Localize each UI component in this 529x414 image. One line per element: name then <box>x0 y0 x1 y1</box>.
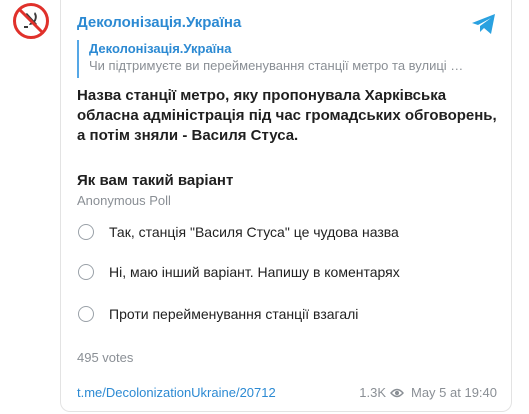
message-card: Деколонізація.Україна Деколонізація.Укра… <box>60 0 512 412</box>
poll-option-label: Проти перейменування станції взагалі <box>109 306 359 322</box>
view-count: 1.3K <box>359 385 386 400</box>
radio-button[interactable] <box>78 306 94 322</box>
poll-option[interactable]: Так, станція "Василя Стуса" це чудова на… <box>77 220 497 244</box>
message-text: Назва станції метро, яку пропонувала Хар… <box>77 87 497 144</box>
post-date[interactable]: May 5 at 19:40 <box>411 385 497 400</box>
telegram-icon[interactable] <box>471 12 497 36</box>
channel-title[interactable]: Деколонізація.Україна <box>77 14 241 31</box>
post-meta: 1.3K May 5 at 19:40 <box>359 385 497 400</box>
reply-text: Чи підтримуєте ви перейменування станції… <box>89 58 464 73</box>
radio-button[interactable] <box>78 264 94 280</box>
poll-question: Як вам такий варіант <box>77 172 234 189</box>
vote-count: 495 votes <box>77 350 134 365</box>
radio-button[interactable] <box>78 224 94 240</box>
channel-avatar[interactable] <box>12 2 50 40</box>
poll-option[interactable]: Ні, маю інший варіант. Напишу в коментар… <box>77 260 497 284</box>
poll-option-label: Так, станція "Василя Стуса" це чудова на… <box>109 224 399 240</box>
reply-quote[interactable]: Деколонізація.Україна Чи підтримуєте ви … <box>77 40 497 78</box>
poll-option-label: Ні, маю інший варіант. Напишу в коментар… <box>109 264 400 280</box>
eye-icon <box>390 388 404 397</box>
poll-option[interactable]: Проти перейменування станції взагалі <box>77 302 497 326</box>
poll-type: Anonymous Poll <box>77 193 171 208</box>
post-link[interactable]: t.me/DecolonizationUkraine/20712 <box>77 385 276 400</box>
reply-title: Деколонізація.Україна <box>89 41 232 56</box>
